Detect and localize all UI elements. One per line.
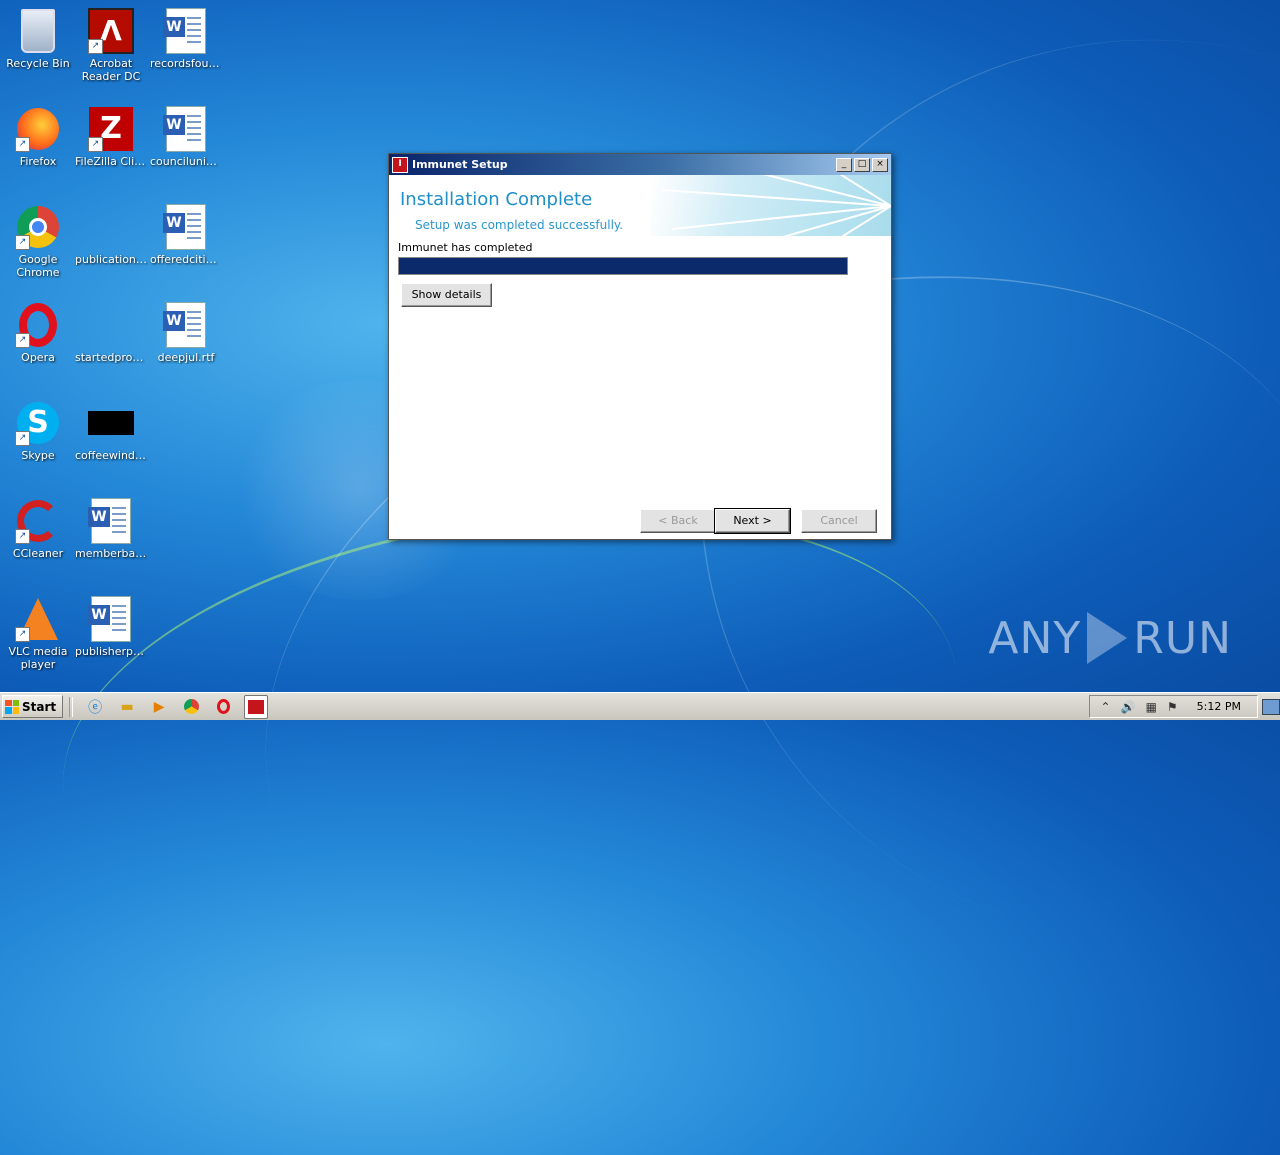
- desktop-icon-label: recordsfoun...: [150, 57, 224, 70]
- internet-explorer-icon[interactable]: ⓔ: [84, 696, 106, 718]
- desktop-icon-coffeewindo[interactable]: coffeewindo...: [73, 400, 149, 462]
- desktop-icon-label: Google Chrome: [16, 253, 60, 279]
- watermark-left: ANY: [988, 612, 1082, 664]
- word-document-icon: [163, 106, 206, 152]
- desktop-icon-label: publicationfi...: [75, 253, 149, 266]
- immunet-app-icon: I: [392, 156, 408, 173]
- blank-file-icon: [88, 314, 134, 336]
- minimize-button[interactable]: _: [836, 157, 852, 172]
- media-player-icon[interactable]: ▶: [148, 696, 170, 718]
- taskbar-separator: [69, 696, 74, 717]
- desktop-icon-label: VLC media player: [8, 645, 68, 671]
- desktop-icon-startedprop[interactable]: startedprop...: [73, 302, 149, 364]
- desktop-icon-offeredcitie[interactable]: offeredcitie...: [148, 204, 224, 266]
- immunet-setup-icon[interactable]: [244, 694, 269, 719]
- network-icon[interactable]: ▦: [1146, 700, 1157, 714]
- desktop-icon-memberbag[interactable]: memberbag...: [73, 498, 149, 560]
- desktop-icon-label: deepjul.rtf: [157, 351, 215, 364]
- shortcut-arrow-icon: ↗: [15, 333, 30, 348]
- windows-logo-icon: [5, 699, 19, 714]
- shortcut-arrow-icon: ↗: [15, 627, 30, 642]
- window-body: Immunet has completed Show details < Bac…: [389, 236, 891, 539]
- file-explorer-icon[interactable]: ▬: [116, 696, 138, 718]
- desktop-icon-label: CCleaner: [12, 547, 64, 560]
- show-hidden-icons-icon[interactable]: ⌃: [1101, 700, 1111, 714]
- header-banner: Installation Complete Setup was complete…: [389, 175, 891, 237]
- action-center-flag-icon[interactable]: ⚑: [1167, 700, 1178, 714]
- desktop-icon-recycle-bin[interactable]: Recycle Bin: [0, 8, 76, 70]
- blank-file-icon: [88, 216, 134, 238]
- desktop-icon-skype[interactable]: S ↗ Skype: [0, 400, 76, 462]
- play-logo-icon: [1087, 612, 1128, 664]
- progress-fill: [399, 258, 847, 274]
- window-title-bar[interactable]: I Immunet Setup _ □ ×: [389, 154, 891, 175]
- progress-bar: [398, 257, 848, 275]
- volume-icon[interactable]: 🔊: [1121, 700, 1136, 714]
- black-image-icon: [88, 411, 134, 435]
- system-tray: ⌃ 🔊 ▦ ⚑ 5:12 PM: [1088, 695, 1258, 718]
- desktop-icon-label: Opera: [21, 351, 55, 364]
- shortcut-arrow-icon: ↗: [15, 431, 30, 446]
- word-document-icon: [163, 204, 206, 250]
- word-document-icon: [88, 596, 131, 642]
- desktop-icon-label: startedprop...: [75, 351, 149, 364]
- desktop-icon-deepjul[interactable]: deepjul.rtf: [148, 302, 224, 364]
- desktop-icon-label: Acrobat Reader DC: [81, 57, 141, 83]
- desktop-icon-label: memberbag...: [75, 547, 149, 560]
- maximize-button[interactable]: □: [854, 157, 870, 172]
- desktop-icon-label: Recycle Bin: [6, 57, 70, 70]
- show-desktop-button[interactable]: [1262, 698, 1280, 715]
- page-subtitle: Setup was completed successfully.: [415, 218, 624, 232]
- desktop-icon-publisherpro[interactable]: publisherpro...: [73, 596, 149, 658]
- shortcut-arrow-icon: ↗: [15, 137, 30, 152]
- show-details-button[interactable]: Show details: [401, 283, 492, 307]
- desktop-icon-recordsfound[interactable]: recordsfoun...: [148, 8, 224, 70]
- window-title: Immunet Setup: [412, 158, 508, 171]
- opera-icon[interactable]: [212, 696, 234, 718]
- word-document-icon: [163, 8, 206, 54]
- desktop-icon-vlc[interactable]: ↗ VLC media player: [0, 596, 76, 671]
- close-button[interactable]: ×: [872, 157, 888, 172]
- taskbar: Start ⓔ ▬ ▶ ⌃ 🔊 ▦ ⚑ 5:12 PM: [0, 692, 1280, 720]
- start-button[interactable]: Start: [2, 695, 64, 718]
- desktop-icon-label: Firefox: [19, 155, 57, 168]
- setup-window: I Immunet Setup _ □ × Installation Compl…: [388, 153, 892, 540]
- desktop-icon-label: coffeewindo...: [75, 449, 149, 462]
- desktop-icon-filezilla[interactable]: Z ↗ FileZilla Client: [73, 106, 149, 168]
- desktop-icon-label: counciluniv...: [150, 155, 223, 168]
- cancel-button[interactable]: Cancel: [801, 509, 877, 533]
- shortcut-arrow-icon: ↗: [15, 235, 30, 250]
- desktop-icon-opera[interactable]: ↗ Opera: [0, 302, 76, 364]
- back-button[interactable]: < Back: [640, 509, 716, 533]
- page-title: Installation Complete: [400, 189, 593, 210]
- next-button[interactable]: Next >: [714, 508, 791, 534]
- desktop-icon-counciluniv[interactable]: counciluniv...: [148, 106, 224, 168]
- word-document-icon: [163, 302, 206, 348]
- desktop-icon-firefox[interactable]: ↗ Firefox: [0, 106, 76, 168]
- anyrun-watermark: ANY RUN: [988, 612, 1232, 664]
- clock[interactable]: 5:12 PM: [1197, 700, 1241, 713]
- desktop-icon-label: Skype: [21, 449, 55, 462]
- shortcut-arrow-icon: ↗: [88, 39, 103, 54]
- desktop-icon-label: FileZilla Client: [75, 155, 149, 168]
- desktop-icon-chrome[interactable]: ↗ Google Chrome: [0, 204, 76, 279]
- desktop-icon-label: publisherpro...: [75, 645, 149, 658]
- recycle-bin-icon: [21, 9, 55, 53]
- shortcut-arrow-icon: ↗: [15, 529, 30, 544]
- word-document-icon: [88, 498, 131, 544]
- desktop-icon-acrobat[interactable]: Ʌ ↗ Acrobat Reader DC: [73, 8, 149, 83]
- watermark-right: RUN: [1133, 612, 1232, 664]
- start-label: Start: [22, 699, 57, 714]
- shortcut-arrow-icon: ↗: [88, 137, 103, 152]
- chrome-icon[interactable]: [180, 696, 202, 718]
- desktop-icon-publicationfi[interactable]: publicationfi...: [73, 204, 149, 266]
- desktop-icon-ccleaner[interactable]: ↗ CCleaner: [0, 498, 76, 560]
- desktop-icon-label: offeredcitie...: [150, 253, 223, 266]
- status-text: Immunet has completed: [398, 241, 533, 254]
